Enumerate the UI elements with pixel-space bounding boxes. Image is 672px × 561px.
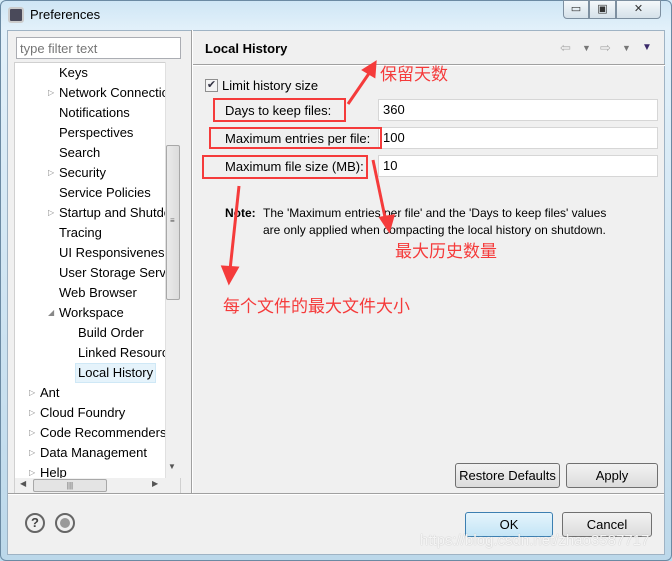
annotation-size: 每个文件的最大文件大小	[223, 297, 410, 316]
annotation-arrows	[220, 60, 396, 286]
annotation-days: 保留天数	[380, 65, 448, 84]
watermark: https://blog.csdn.net/zhao3587717	[420, 532, 650, 549]
arrow-days	[346, 71, 372, 105]
arrow-entries	[371, 159, 388, 223]
arrow-size	[228, 185, 241, 271]
annotation-entries: 最大历史数量	[395, 242, 497, 261]
